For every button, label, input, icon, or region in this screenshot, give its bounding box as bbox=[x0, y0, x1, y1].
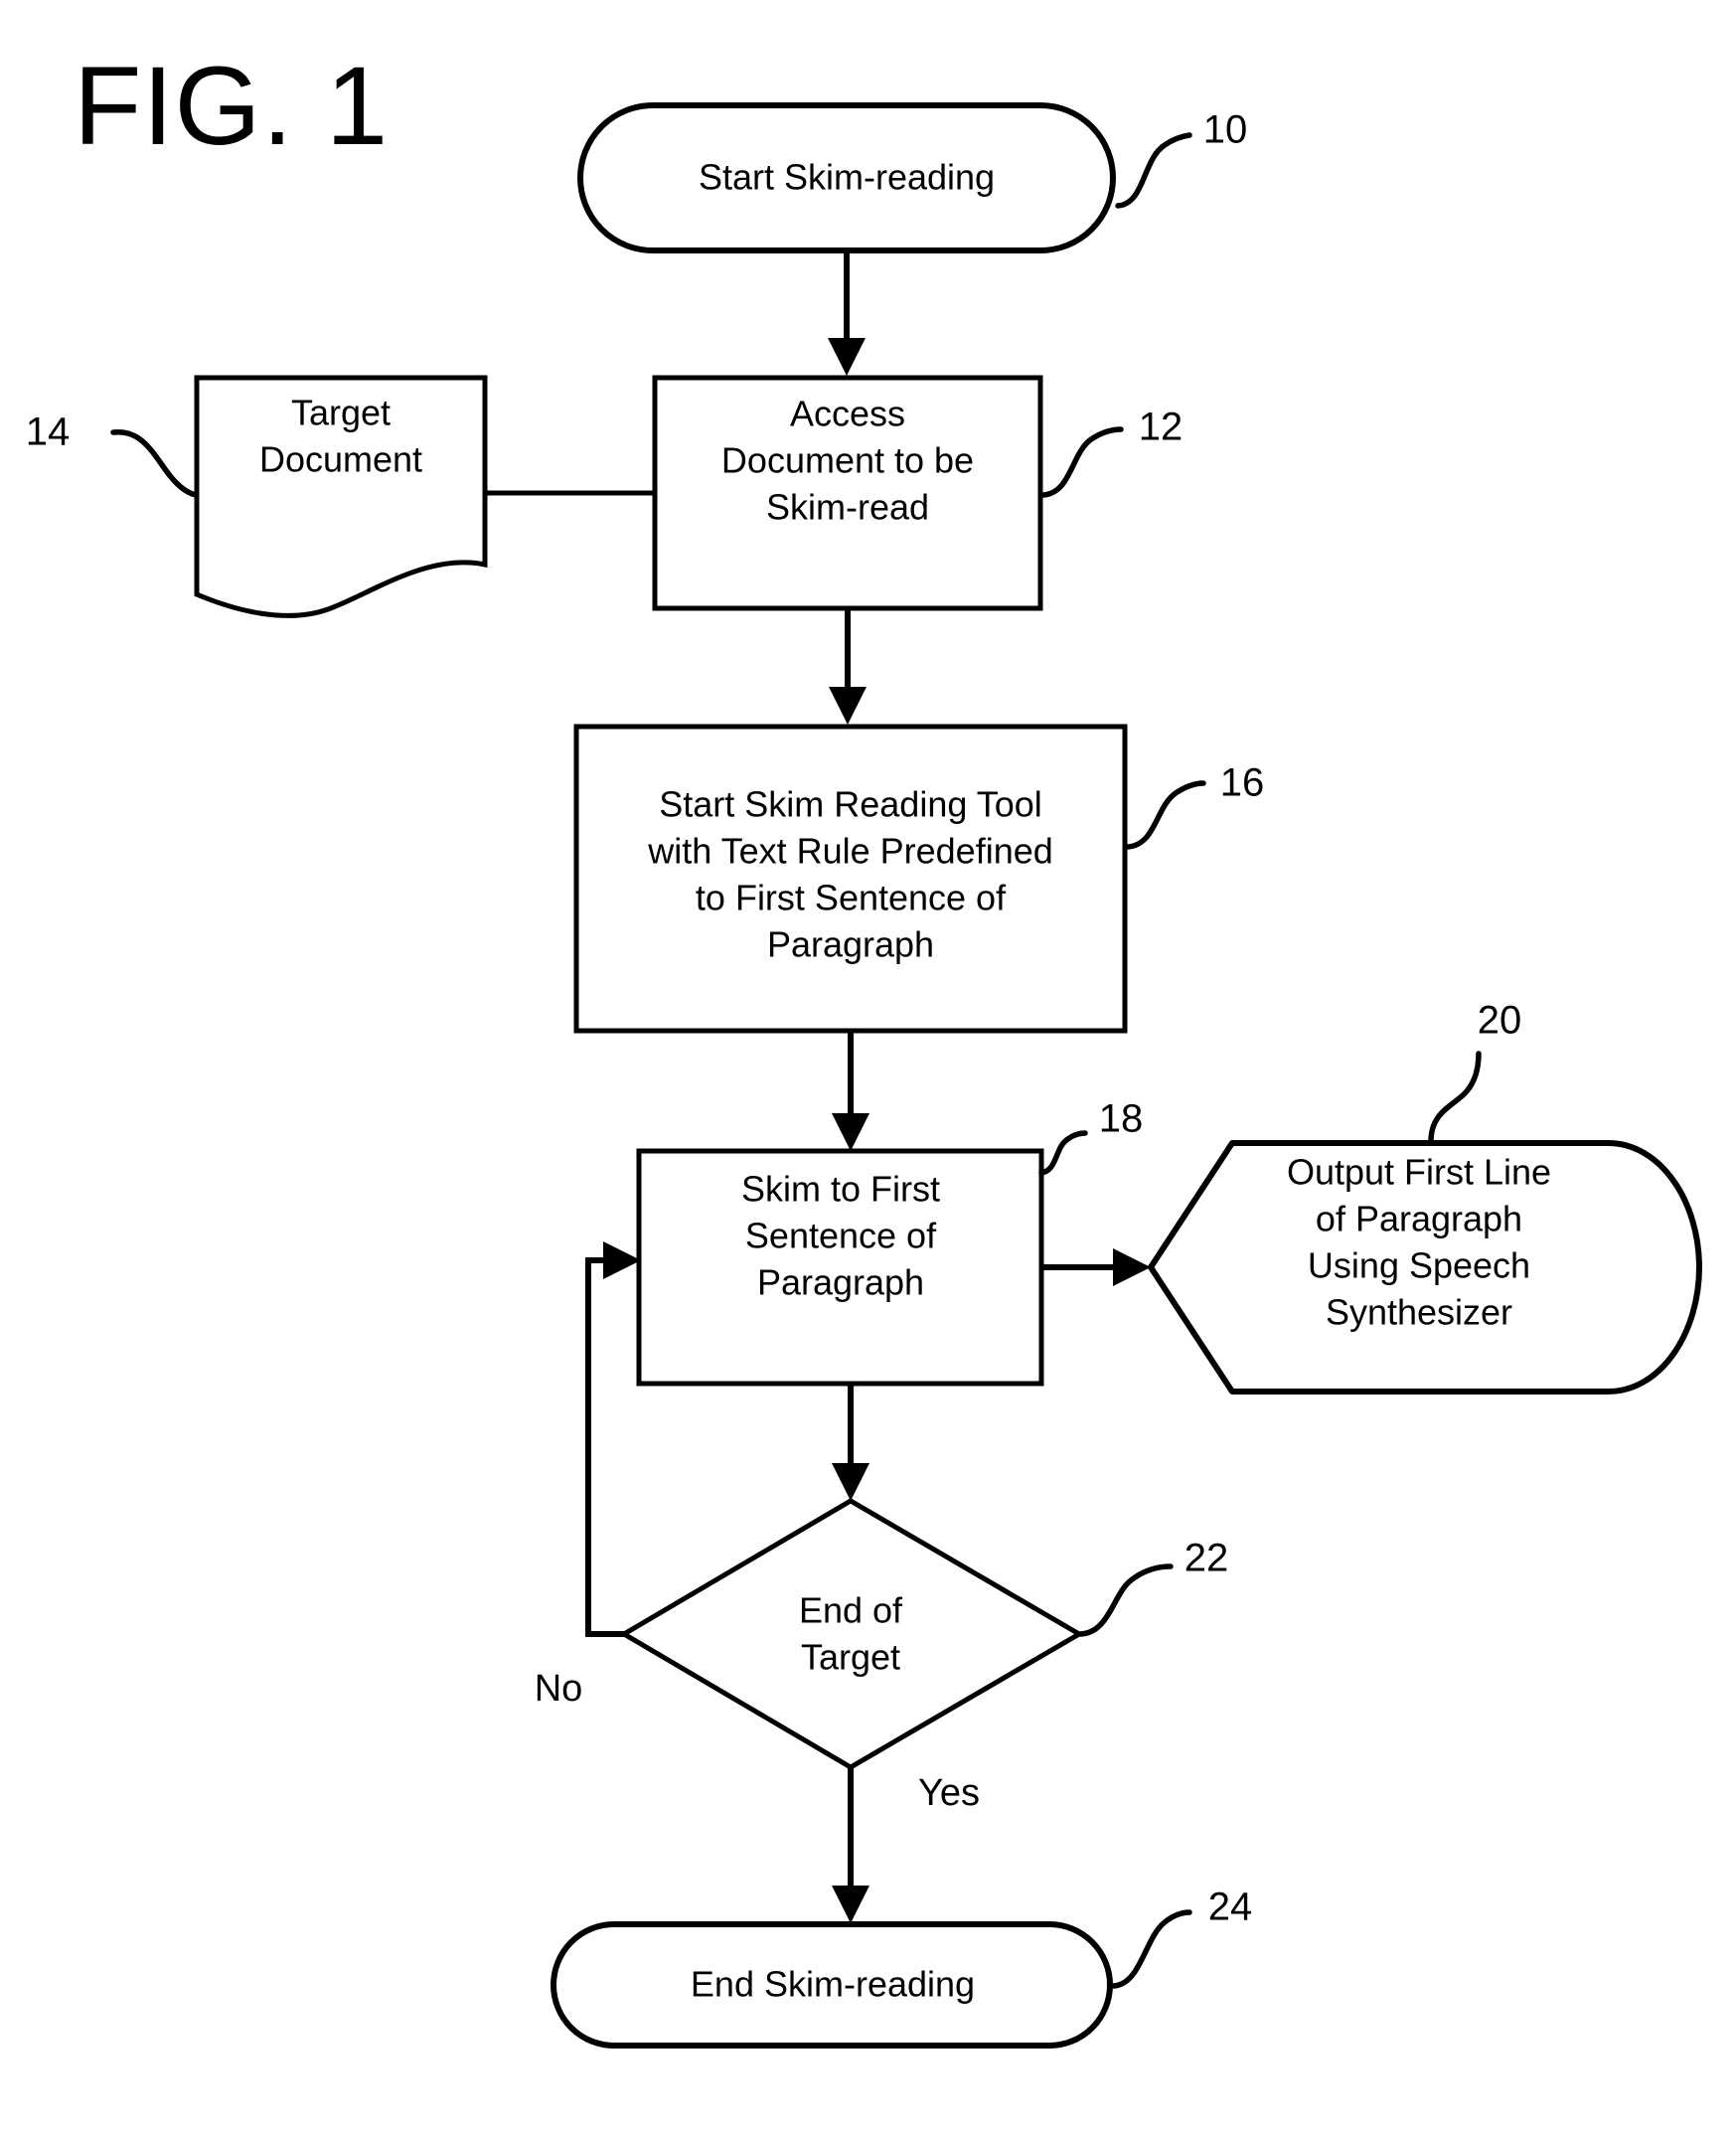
end-of-target-shape bbox=[619, 1498, 1084, 1770]
ref-number-14: 14 bbox=[26, 411, 71, 454]
end-of-target-label-line2: Target bbox=[801, 1637, 900, 1678]
output-speech-label-line3: Using Speech bbox=[1308, 1245, 1530, 1286]
start-tool-label-line1: Start Skim Reading Tool bbox=[659, 784, 1042, 825]
skim-first-sentence-label-line3: Paragraph bbox=[757, 1262, 924, 1303]
node-end-of-target-decision: End of Target bbox=[619, 1498, 1084, 1770]
skim-first-sentence-label-line2: Sentence of bbox=[745, 1216, 937, 1256]
end-of-target-label-line1: End of bbox=[799, 1590, 903, 1631]
access-document-label-line2: Document to be bbox=[721, 440, 974, 481]
start-tool-label-line4: Paragraph bbox=[767, 924, 934, 965]
target-document-label-line1: Target bbox=[291, 393, 391, 433]
flowchart-svg: FIG. 1 Start Skim-reading 10 Target Docu… bbox=[26, 44, 1702, 2049]
figure-canvas: FIG. 1 Start Skim-reading 10 Target Docu… bbox=[0, 0, 1736, 2135]
arrowhead-access-to-tool bbox=[829, 687, 867, 725]
end-node-label: End Skim-reading bbox=[691, 1964, 975, 2005]
node-skim-first-sentence: Skim to First Sentence of Paragraph bbox=[636, 1148, 1044, 1387]
leader-line-18 bbox=[1038, 1130, 1088, 1176]
arrowhead-decision-yes-to-end bbox=[832, 1886, 869, 1923]
figure-title: FIG. 1 bbox=[74, 44, 389, 168]
access-document-label-line3: Skim-read bbox=[766, 487, 929, 528]
leader-line-24 bbox=[1111, 1909, 1192, 1989]
leader-line-14 bbox=[110, 429, 199, 498]
leader-line-12 bbox=[1040, 426, 1124, 498]
access-document-label-line1: Access bbox=[790, 394, 905, 434]
arrowhead-decision-no-feedback bbox=[603, 1241, 641, 1279]
branch-label-yes: Yes bbox=[918, 1772, 980, 1814]
ref-number-24: 24 bbox=[1208, 1886, 1253, 1929]
ref-number-10: 10 bbox=[1203, 108, 1248, 152]
start-node-label: Start Skim-reading bbox=[699, 157, 995, 198]
node-output-speech-synthesizer: Output First Line of Paragraph Using Spe… bbox=[1148, 1140, 1702, 1395]
ref-number-12: 12 bbox=[1139, 406, 1184, 449]
ref-number-18: 18 bbox=[1099, 1097, 1144, 1141]
start-tool-label-line3: to First Sentence of bbox=[696, 878, 1007, 918]
output-speech-label-line4: Synthesizer bbox=[1326, 1292, 1512, 1333]
connector-decision-no-feedback bbox=[585, 1257, 628, 1637]
leader-line-20 bbox=[1428, 1051, 1482, 1144]
target-document-label-line2: Document bbox=[259, 439, 422, 480]
node-access-document: Access Document to be Skim-read bbox=[652, 375, 1043, 611]
start-tool-label-line2: with Text Rule Predefined bbox=[647, 831, 1053, 872]
arrowhead-skim-to-output bbox=[1113, 1248, 1151, 1286]
output-speech-label-line2: of Paragraph bbox=[1316, 1199, 1522, 1239]
arrowhead-tool-to-skim bbox=[832, 1113, 869, 1151]
arrowhead-start-to-access bbox=[828, 338, 866, 376]
node-end-skim-reading: End Skim-reading bbox=[551, 1921, 1113, 2049]
ref-number-16: 16 bbox=[1220, 761, 1265, 805]
output-speech-label-line1: Output First Line bbox=[1287, 1152, 1551, 1193]
skim-first-sentence-label-line1: Skim to First bbox=[741, 1169, 940, 1210]
ref-number-22: 22 bbox=[1184, 1537, 1229, 1580]
node-start-skim-reading-tool: Start Skim Reading Tool with Text Rule P… bbox=[573, 724, 1128, 1034]
branch-label-no: No bbox=[535, 1668, 583, 1710]
arrowhead-skim-to-decision bbox=[832, 1463, 869, 1501]
node-start-skim-reading: Start Skim-reading bbox=[577, 102, 1116, 253]
leader-line-16 bbox=[1125, 780, 1206, 850]
leader-line-10 bbox=[1115, 132, 1192, 209]
node-target-document: Target Document bbox=[194, 375, 488, 618]
leader-line-22 bbox=[1076, 1563, 1174, 1637]
ref-number-20: 20 bbox=[1478, 999, 1522, 1043]
